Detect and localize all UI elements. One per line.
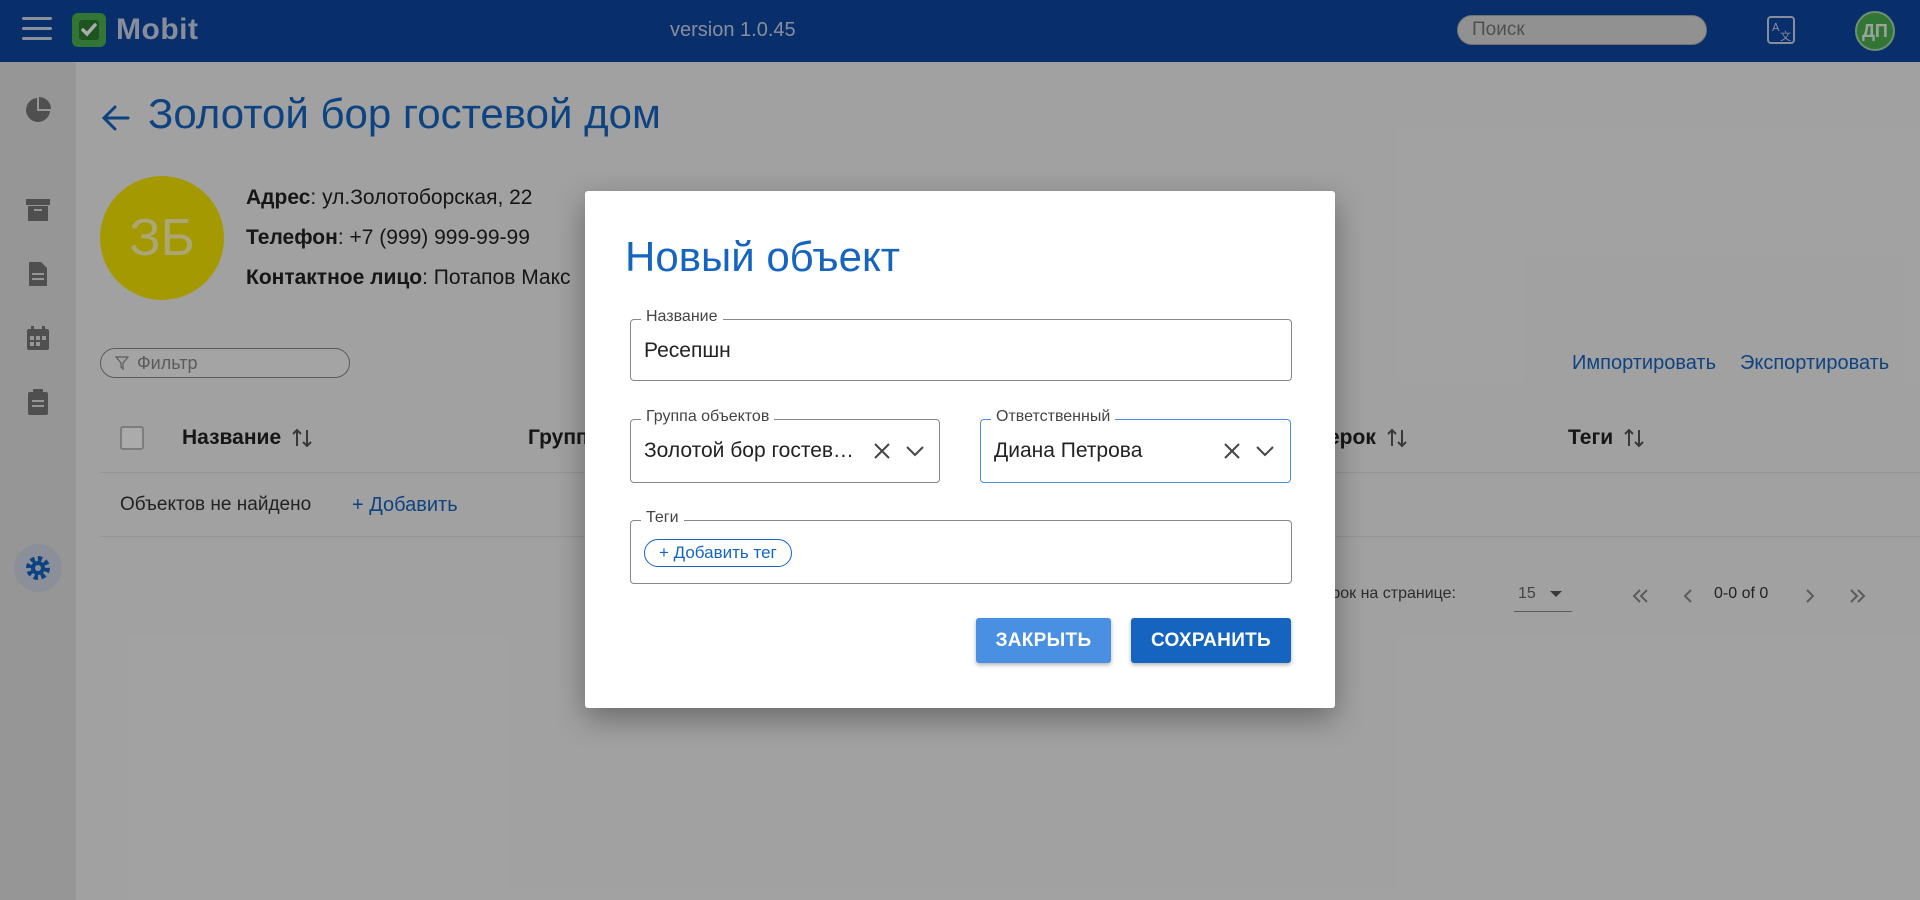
save-button[interactable]: СОХРАНИТЬ — [1131, 618, 1291, 663]
responsible-label: Ответственный — [991, 408, 1116, 426]
dialog-title: Новый объект — [625, 233, 901, 280]
name-field-label: Название — [641, 308, 723, 326]
object-group-label: Группа объектов — [641, 408, 775, 426]
object-group-value: Золотой бор гостевой дом — [644, 439, 862, 462]
chevron-down-icon[interactable] — [904, 440, 926, 462]
name-field[interactable]: Название Ресепшн — [630, 308, 1292, 381]
clear-icon[interactable] — [871, 440, 893, 462]
responsible-value: Диана Петрова — [994, 439, 1143, 462]
tags-field[interactable]: Теги + Добавить тег — [630, 509, 1292, 584]
responsible-select[interactable]: Ответственный Диана Петрова — [980, 408, 1291, 483]
tags-label: Теги — [641, 509, 684, 527]
name-field-value: Ресепшн — [644, 339, 731, 362]
add-tag-button[interactable]: + Добавить тег — [644, 539, 792, 567]
close-button[interactable]: ЗАКРЫТЬ — [976, 618, 1111, 663]
clear-icon[interactable] — [1221, 440, 1243, 462]
chevron-down-icon[interactable] — [1254, 440, 1276, 462]
new-object-dialog: Новый объект Название Ресепшн Группа объ… — [585, 191, 1335, 708]
object-group-select[interactable]: Группа объектов Золотой бор гостевой дом — [630, 408, 940, 483]
